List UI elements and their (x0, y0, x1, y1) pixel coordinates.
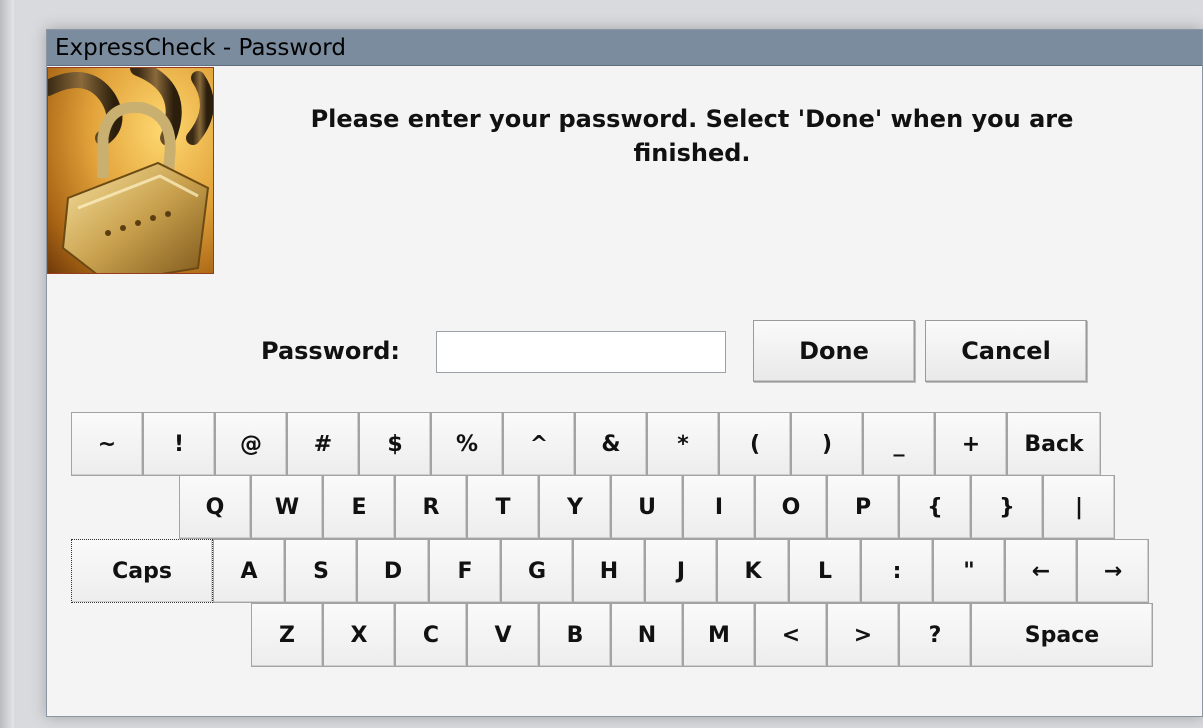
window-title: ExpressCheck - Password (47, 30, 1202, 66)
key-percent[interactable]: % (431, 412, 503, 476)
key-e[interactable]: E (323, 475, 395, 539)
done-button[interactable]: Done (753, 320, 915, 382)
key-colon[interactable]: : (861, 539, 933, 603)
key-left-arrow[interactable]: ← (1005, 539, 1077, 603)
key-k[interactable]: K (717, 539, 789, 603)
key-right-brace[interactable]: } (971, 475, 1043, 539)
key-b[interactable]: B (539, 603, 611, 667)
key-o[interactable]: O (755, 475, 827, 539)
password-label: Password: (261, 337, 400, 365)
padlock-icon (47, 67, 214, 274)
key-underscore[interactable]: _ (863, 412, 935, 476)
key-exclamation[interactable]: ! (143, 412, 215, 476)
key-u[interactable]: U (611, 475, 683, 539)
key-l[interactable]: L (789, 539, 861, 603)
key-m[interactable]: M (683, 603, 755, 667)
key-space[interactable]: Space (971, 603, 1153, 667)
key-plus[interactable]: + (935, 412, 1007, 476)
key-t[interactable]: T (467, 475, 539, 539)
key-question[interactable]: ? (899, 603, 971, 667)
key-j[interactable]: J (645, 539, 717, 603)
key-tilde[interactable]: ~ (71, 412, 143, 476)
key-f[interactable]: F (429, 539, 501, 603)
key-greater-than[interactable]: > (827, 603, 899, 667)
key-q[interactable]: Q (179, 475, 251, 539)
key-n[interactable]: N (611, 603, 683, 667)
key-d[interactable]: D (357, 539, 429, 603)
key-less-than[interactable]: < (755, 603, 827, 667)
key-dollar[interactable]: $ (359, 412, 431, 476)
key-g[interactable]: G (501, 539, 573, 603)
key-at[interactable]: @ (215, 412, 287, 476)
password-dialog: ExpressCheck - Password Please enter you… (46, 29, 1203, 717)
key-w[interactable]: W (251, 475, 323, 539)
instruction-message: Please enter your password. Select 'Done… (310, 105, 1074, 167)
key-ampersand[interactable]: & (575, 412, 647, 476)
key-caps[interactable]: Caps (71, 539, 213, 603)
cancel-button[interactable]: Cancel (925, 320, 1087, 382)
key-i[interactable]: I (683, 475, 755, 539)
key-p[interactable]: P (827, 475, 899, 539)
key-c[interactable]: C (395, 603, 467, 667)
key-asterisk[interactable]: * (647, 412, 719, 476)
password-input[interactable] (436, 331, 726, 373)
key-v[interactable]: V (467, 603, 539, 667)
key-x[interactable]: X (323, 603, 395, 667)
key-quote[interactable]: " (933, 539, 1005, 603)
key-right-arrow[interactable]: → (1077, 539, 1149, 603)
key-s[interactable]: S (285, 539, 357, 603)
key-a[interactable]: A (213, 539, 285, 603)
key-z[interactable]: Z (251, 603, 323, 667)
key-pipe[interactable]: | (1043, 475, 1115, 539)
key-caret[interactable]: ^ (503, 412, 575, 476)
key-left-brace[interactable]: { (899, 475, 971, 539)
key-back[interactable]: Back (1007, 412, 1101, 476)
key-y[interactable]: Y (539, 475, 611, 539)
key-hash[interactable]: # (287, 412, 359, 476)
key-r[interactable]: R (395, 475, 467, 539)
key-h[interactable]: H (573, 539, 645, 603)
key-right-paren[interactable]: ) (791, 412, 863, 476)
key-left-paren[interactable]: ( (719, 412, 791, 476)
desktop-backdrop (0, 0, 14, 728)
